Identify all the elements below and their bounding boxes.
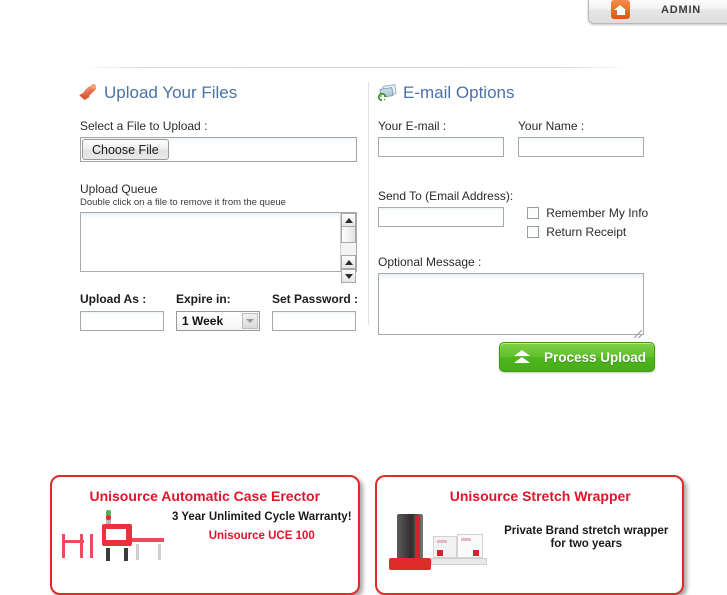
ad-case-erector-copy: 3 Year Unlimited Cycle Warranty! Unisour… [166, 508, 358, 568]
upload-section-header: Upload Your Files [79, 82, 360, 104]
file-input-row[interactable]: Choose File [80, 137, 357, 162]
ad-stretch-wrapper-line1: Private Brand stretch wrapper [504, 525, 669, 537]
ad-case-erector-title: Unisource Automatic Case Erector [89, 488, 321, 504]
upload-as-field: Upload As : [80, 292, 164, 331]
ad-case-erector[interactable]: Unisource Automatic Case Erector 3 Year … [50, 475, 360, 595]
ad-stretch-wrapper-copy: Private Brand stretch wrapper for two ye… [491, 508, 683, 568]
chevron-up-icon [344, 217, 353, 223]
scroll-up-button-top[interactable] [341, 213, 356, 227]
scrollbar-thumb[interactable] [341, 227, 356, 243]
upload-panel: Upload Your Files Select a File to Uploa… [79, 82, 360, 331]
remember-my-info-checkbox[interactable] [527, 207, 540, 219]
send-to-input[interactable] [378, 207, 504, 227]
chevron-down-icon-select[interactable] [242, 313, 258, 329]
home-icon [611, 0, 630, 19]
ad-stretch-wrapper[interactable]: Unisource Stretch Wrapper Private Brand … [374, 475, 684, 595]
page-header: ADMIN [0, 0, 727, 40]
banner-ads: Unisource Automatic Case Erector 3 Year … [50, 475, 684, 595]
stretch-wrapper-illustration [383, 508, 491, 570]
column-divider [368, 82, 369, 325]
ad-case-erector-line2: Unisource UCE 100 [208, 530, 315, 542]
optional-message-label: Optional Message : [378, 255, 482, 269]
remember-my-info-label: Remember My Info [546, 206, 649, 220]
send-to-row: Send To (Email Address): Remember My Inf… [378, 189, 658, 243]
upload-queue-box[interactable] [80, 212, 357, 283]
rocket-icon [79, 84, 98, 102]
admin-button[interactable]: ADMIN [588, 0, 727, 24]
upload-queue-label: Upload Queue [80, 182, 158, 196]
email-identity-row: Your E-mail : Your Name : [378, 119, 658, 157]
scroll-down-button[interactable] [341, 269, 356, 283]
upload-section-title: Upload Your Files [104, 83, 238, 102]
chevron-up-icon-2 [344, 259, 353, 265]
optional-message-textarea[interactable] [378, 273, 644, 335]
email-panel: E-mail Options Your E-mail : Your Name :… [378, 82, 658, 340]
admin-button-label: ADMIN [661, 3, 702, 16]
optional-message-wrapper [378, 273, 644, 340]
upload-as-label: Upload As : [80, 292, 147, 306]
set-password-field: Set Password : [272, 292, 359, 331]
email-checkbox-group: Remember My Info Return Receipt [527, 189, 648, 243]
expire-label: Expire in: [176, 292, 231, 306]
send-to-field: Send To (Email Address): [378, 189, 513, 227]
ad-case-erector-body: 3 Year Unlimited Cycle Warranty! Unisour… [52, 508, 358, 568]
case-erector-illustration [58, 508, 166, 568]
return-receipt-checkbox[interactable] [527, 226, 540, 238]
your-email-field: Your E-mail : [378, 119, 504, 157]
your-email-input[interactable] [378, 137, 504, 157]
your-name-field: Your Name : [518, 119, 644, 157]
set-password-input[interactable] [272, 311, 356, 331]
select-file-label: Select a File to Upload : [80, 119, 208, 133]
process-upload-button[interactable]: Process Upload [499, 342, 655, 372]
ad-stretch-wrapper-body: Private Brand stretch wrapper for two ye… [377, 508, 683, 570]
email-section-title: E-mail Options [403, 83, 515, 102]
your-name-input[interactable] [518, 137, 644, 157]
scrollbar-track[interactable] [341, 243, 356, 255]
email-section-header: E-mail Options [378, 82, 658, 104]
choose-file-button[interactable]: Choose File [82, 139, 169, 160]
your-email-label: Your E-mail : [378, 119, 447, 133]
upload-as-input[interactable] [80, 311, 164, 331]
expire-field: Expire in: 1 Week [176, 292, 260, 331]
set-password-label: Set Password : [272, 292, 359, 306]
process-upload-label: Process Upload [544, 349, 647, 365]
ad-stretch-wrapper-title: Unisource Stretch Wrapper [449, 488, 631, 504]
chevron-down-icon [344, 273, 353, 279]
expire-select[interactable]: 1 Week [176, 311, 260, 331]
send-to-label: Send To (Email Address): [378, 189, 514, 203]
upload-queue-scrollbar[interactable] [340, 213, 356, 283]
upload-queue-hint: Double click on a file to remove it from… [80, 197, 286, 208]
return-receipt-label: Return Receipt [546, 225, 627, 239]
upload-options-row: Upload As : Expire in: 1 Week Set Passwo… [80, 292, 360, 331]
header-divider [79, 67, 632, 68]
your-name-label: Your Name : [518, 119, 585, 133]
return-receipt-row[interactable]: Return Receipt [527, 224, 648, 240]
ad-case-erector-line1: 3 Year Unlimited Cycle Warranty! [171, 511, 352, 523]
double-chevron-up-icon [514, 349, 530, 365]
scroll-up-button[interactable] [341, 255, 356, 269]
mail-icon [378, 84, 397, 101]
remember-my-info-row[interactable]: Remember My Info [527, 205, 648, 221]
